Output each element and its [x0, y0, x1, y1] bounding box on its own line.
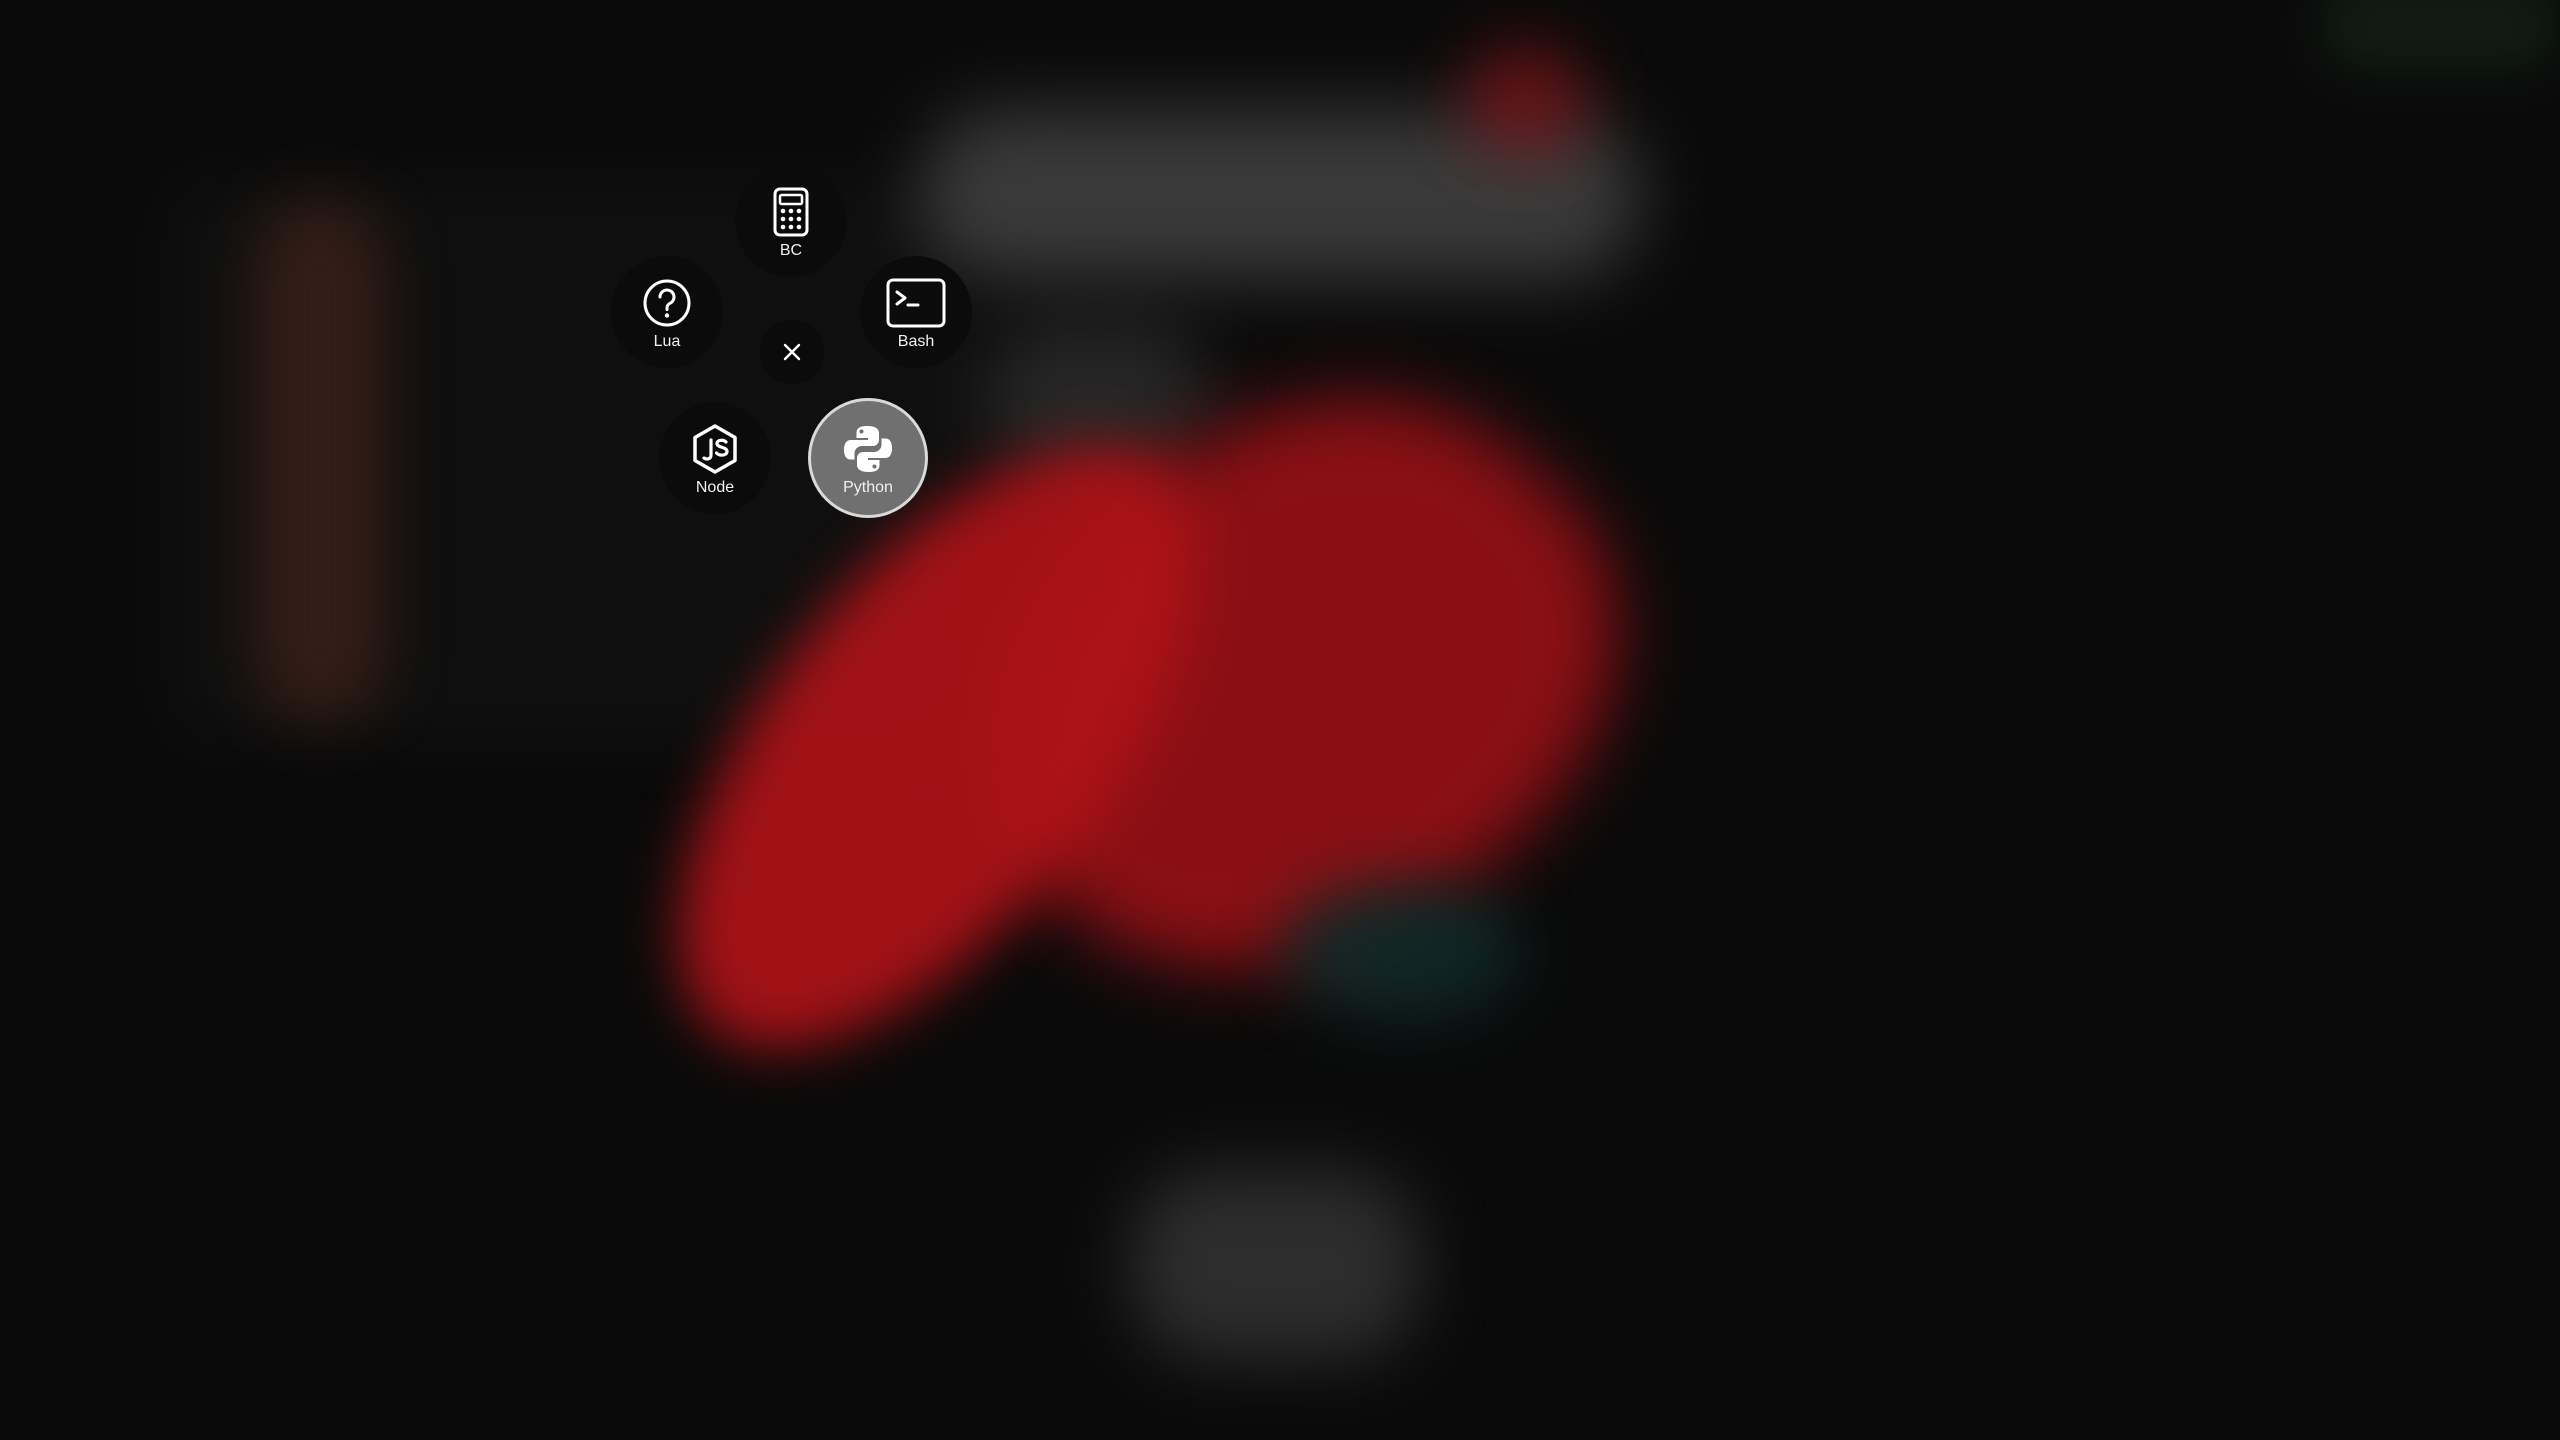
radial-item-label: BC	[779, 242, 803, 259]
blurred-teal-shape	[1280, 880, 1520, 1020]
question-circle-icon	[643, 279, 691, 327]
screen: BC Lua Bash Node Python	[0, 0, 2560, 1440]
radial-item-label: Node	[695, 479, 735, 496]
radial-item-bc[interactable]: BC	[735, 165, 847, 277]
radial-item-label: Lua	[653, 333, 681, 350]
calculator-icon	[773, 187, 809, 237]
blurred-gray-shape-bottom	[1130, 1170, 1420, 1360]
close-button[interactable]	[760, 320, 824, 384]
radial-item-label: Python	[843, 479, 893, 496]
blurred-red-shape-top	[1460, 40, 1590, 160]
blurred-background	[0, 0, 2560, 1440]
python-icon	[844, 426, 892, 472]
radial-item-label: Bash	[897, 333, 935, 350]
radial-item-lua[interactable]: Lua	[611, 256, 723, 368]
radial-item-python[interactable]: Python	[808, 398, 928, 518]
close-icon	[783, 343, 801, 361]
radial-item-bash[interactable]: Bash	[860, 256, 972, 368]
nodejs-icon	[693, 424, 737, 474]
blurred-orange-shape	[255, 200, 385, 720]
radial-item-node[interactable]: Node	[659, 402, 771, 514]
terminal-icon	[886, 278, 946, 328]
blurred-green-shape	[2320, 0, 2560, 70]
